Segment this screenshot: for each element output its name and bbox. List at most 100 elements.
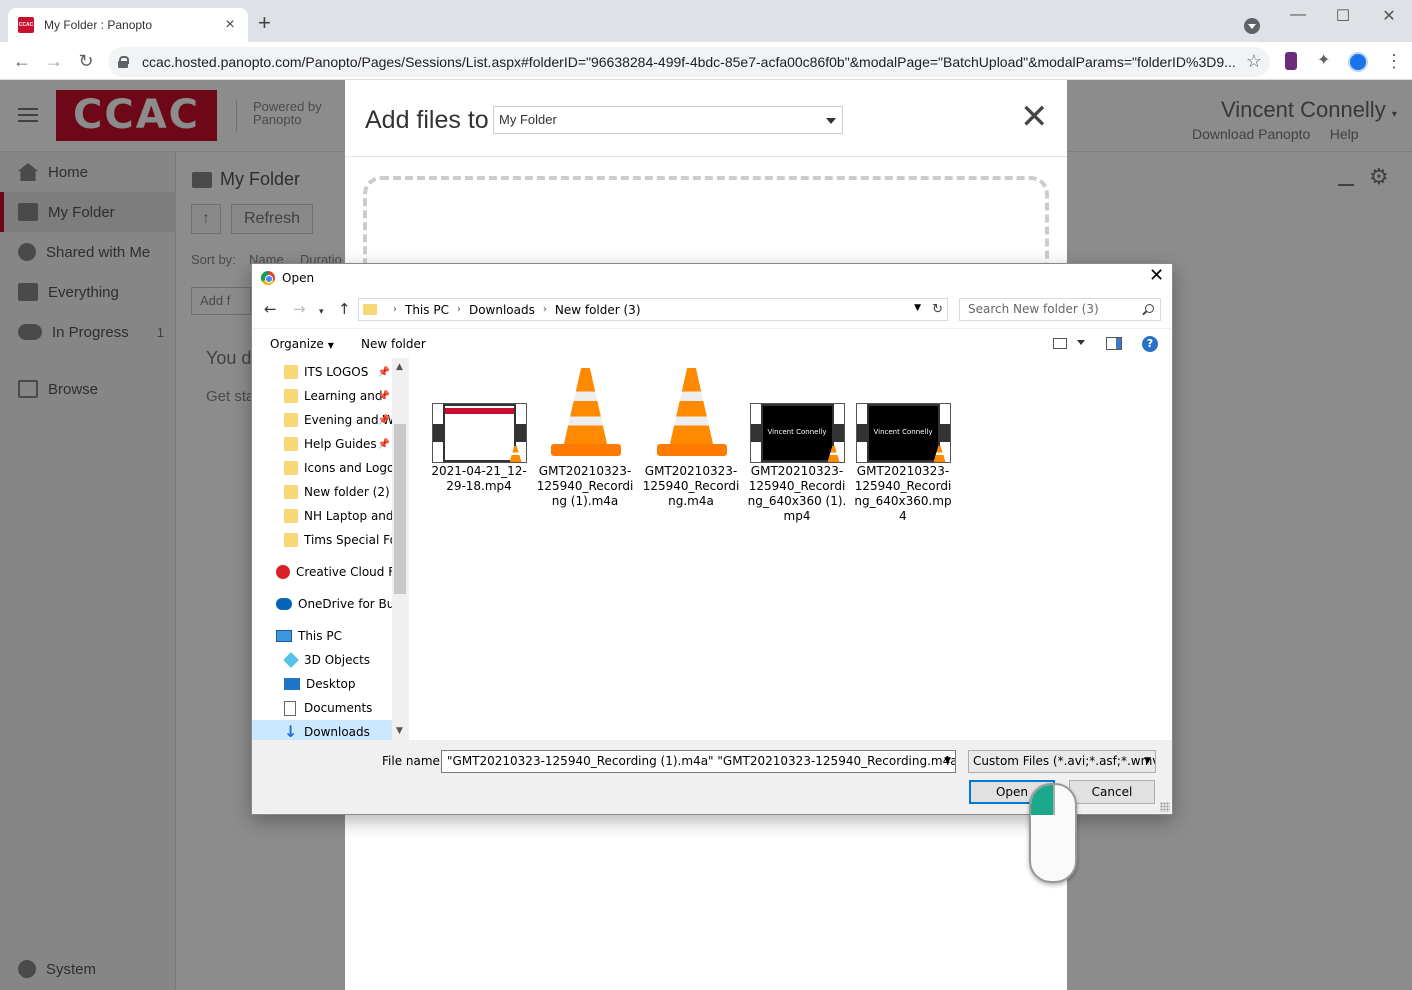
up-arrow-icon[interactable]: ↑ <box>338 302 351 317</box>
nav-item-documents[interactable]: Documents <box>284 696 392 720</box>
mouse-click-indicator-icon <box>1029 783 1077 883</box>
scroll-up-icon[interactable]: ▲ <box>396 362 403 372</box>
cone-body <box>669 368 714 446</box>
nav-item-tims-special[interactable]: Tims Special Fol <box>284 528 392 552</box>
preview-header-bar <box>444 408 514 414</box>
file-name-input[interactable]: "GMT20210323-125940_Recording (1).m4a" "… <box>441 750 956 773</box>
maximize-button[interactable]: ☐ <box>1331 6 1355 26</box>
address-bar[interactable]: ccac.hosted.panopto.com/Panopto/Pages/Se… <box>108 47 1270 77</box>
file-item[interactable]: GMT20210323-125940_Recording (1).m4a <box>535 368 635 509</box>
nav-pane-scrollbar[interactable]: ▲ ▼ <box>392 358 409 740</box>
nav-item-creative-cloud[interactable]: Creative Cloud Fil <box>276 560 392 584</box>
file-type-select[interactable]: Custom Files (*.avi;*.asf;*.wmv; ▼ <box>968 750 1156 773</box>
view-options-chevron-icon[interactable] <box>1077 340 1085 345</box>
tab-close-icon[interactable]: × <box>222 16 238 34</box>
tab-search-icon[interactable] <box>1244 18 1260 34</box>
nav-item-desktop[interactable]: Desktop <box>284 672 392 696</box>
nav-item-label: ITS LOGOS <box>304 365 369 379</box>
cancel-button[interactable]: Cancel <box>1069 780 1155 804</box>
file-item[interactable]: GMT20210323-125940_Recording.m4a <box>641 368 741 509</box>
scroll-down-icon[interactable]: ▼ <box>396 726 403 736</box>
pin-icon: 📌 <box>377 390 390 402</box>
computer-icon <box>276 630 292 642</box>
nav-item-label: Documents <box>304 701 373 715</box>
chevron-down-icon[interactable]: ▼ <box>914 303 921 313</box>
nav-item-label: Desktop <box>306 677 356 691</box>
organize-menu[interactable]: Organize ▼ <box>270 337 334 351</box>
download-arrow-icon: ↓ <box>284 722 298 740</box>
file-name: GMT20210323-125940_Recording (1).m4a <box>536 464 634 508</box>
nav-item-label: NH Laptop and V <box>304 509 392 523</box>
dialog-navigation-pane: ITS LOGOS 📌 Learning and 📌 Evening and W… <box>252 358 409 740</box>
nav-item-this-pc[interactable]: This PC <box>276 624 392 648</box>
dialog-titlebar: Open ✕ <box>252 264 1172 292</box>
nav-item-evening[interactable]: Evening and W 📌 <box>284 408 392 432</box>
file-name: GMT20210323-125940_Recording.m4a <box>642 464 740 508</box>
pin-icon: 📌 <box>377 366 390 378</box>
reload-button[interactable]: ↻ <box>74 50 98 72</box>
browser-menu-icon[interactable]: ⋮ <box>1385 52 1403 70</box>
nav-item-label: New folder (2) <box>304 485 390 499</box>
nav-item-onedrive[interactable]: OneDrive for Busi <box>276 592 392 616</box>
breadcrumb-this-pc[interactable]: This PC <box>405 303 449 317</box>
vlc-cone-icon <box>550 368 621 458</box>
modal-close-icon[interactable]: ✕ <box>1020 100 1049 134</box>
new-folder-button[interactable]: New folder <box>361 337 426 351</box>
recent-locations-chevron-icon[interactable]: ▾ <box>319 305 324 320</box>
file-item[interactable]: 2021-04-21_12-29-18.mp4 <box>429 368 529 494</box>
creative-cloud-icon <box>276 565 290 579</box>
destination-folder-select[interactable]: My Folder <box>493 106 843 134</box>
back-arrow-icon[interactable]: ← <box>264 302 277 317</box>
forward-button[interactable]: → <box>42 50 66 72</box>
refresh-icon[interactable]: ↻ <box>932 302 943 317</box>
lock-icon[interactable] <box>118 56 129 68</box>
nav-item-label: OneDrive for Busi <box>298 597 392 611</box>
folder-icon <box>284 365 298 379</box>
extensions-puzzle-icon[interactable]: ✦ <box>1317 52 1335 70</box>
nav-item-new-folder-2[interactable]: New folder (2) <box>284 480 392 504</box>
mouse-left-button-highlight <box>1031 785 1053 815</box>
file-item[interactable]: Vincent Connelly GMT20210323-125940_Reco… <box>747 368 847 524</box>
bookmark-star-icon[interactable]: ☆ <box>1246 51 1262 72</box>
modal-title: Add files to <box>365 106 489 134</box>
nav-item-downloads[interactable]: ↓ Downloads <box>252 720 392 740</box>
nav-item-3d-objects[interactable]: 3D Objects <box>284 648 392 672</box>
help-icon[interactable]: ? <box>1142 336 1158 352</box>
dialog-command-bar: Organize ▼ New folder ? <box>252 328 1172 358</box>
video-thumbnail <box>431 368 527 463</box>
breadcrumb-downloads[interactable]: Downloads <box>469 303 535 317</box>
dialog-close-icon[interactable]: ✕ <box>1149 267 1164 285</box>
change-view-icon[interactable] <box>1053 338 1067 349</box>
file-type-value: Custom Files (*.avi;*.asf;*.wmv; <box>973 754 1156 768</box>
forward-arrow-icon[interactable]: → <box>293 302 306 317</box>
chevron-down-icon[interactable]: ▼ <box>944 751 951 772</box>
divider <box>345 156 1067 157</box>
vlc-cone-icon <box>656 368 727 458</box>
nav-item-its-logos[interactable]: ITS LOGOS 📌 <box>284 360 392 384</box>
folder-icon <box>284 437 298 451</box>
filmstrip-icon: Vincent Connelly <box>749 403 845 463</box>
file-item[interactable]: Vincent Connelly GMT20210323-125940_Reco… <box>853 368 953 524</box>
scrollbar-thumb[interactable] <box>394 424 406 594</box>
ccac-favicon-icon: CCAC <box>18 17 34 33</box>
browser-tab[interactable]: CCAC My Folder : Panopto × <box>8 8 248 42</box>
resize-grip-icon[interactable] <box>1160 802 1170 812</box>
minimize-button[interactable]: — <box>1286 6 1310 24</box>
chevron-down-icon <box>826 118 836 124</box>
nav-item-help-guides[interactable]: Help Guides 📌 <box>284 432 392 456</box>
folder-icon <box>284 533 298 547</box>
chevron-down-icon: ▼ <box>1144 756 1151 766</box>
back-button[interactable]: ← <box>10 50 34 72</box>
dialog-address-bar[interactable]: › This PC › Downloads › New folder (3) ▼… <box>358 298 948 321</box>
chrome-icon <box>261 271 275 285</box>
new-tab-button[interactable]: + <box>258 12 271 34</box>
nav-item-learning[interactable]: Learning and 📌 <box>284 384 392 408</box>
nav-item-nh-laptop[interactable]: NH Laptop and V <box>284 504 392 528</box>
dialog-search-input[interactable]: Search New folder (3) <box>959 298 1161 321</box>
window-close-button[interactable]: ✕ <box>1377 6 1401 26</box>
nav-item-icons-logos[interactable]: Icons and Logos <box>284 456 392 480</box>
breadcrumb-new-folder-3[interactable]: New folder (3) <box>555 303 641 317</box>
profile-avatar[interactable] <box>1348 52 1368 72</box>
preview-pane-icon[interactable] <box>1106 337 1122 350</box>
extension-icon[interactable] <box>1285 52 1297 70</box>
